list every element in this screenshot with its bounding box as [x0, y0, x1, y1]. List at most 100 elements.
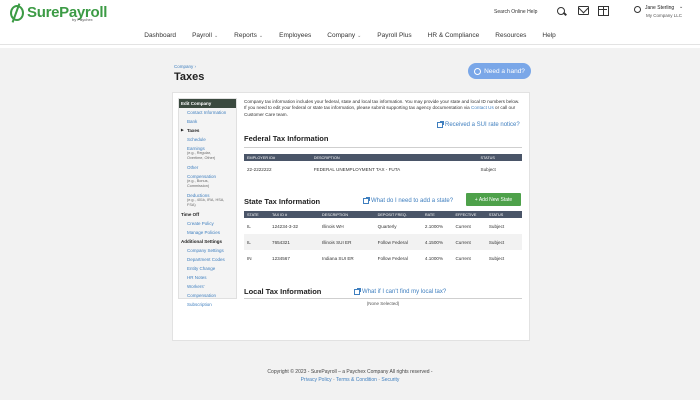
sidebar-item-department-codes[interactable]: Department Codes	[179, 255, 236, 264]
local-tax-help-label: What if I can't find my local tax?	[362, 289, 447, 295]
table-cell: Subject	[485, 234, 522, 250]
sidebar: Edit Company Contact InformationBankTaxe…	[178, 98, 237, 307]
top-bar: SurePayroll by Paychex Search Online Hel…	[0, 0, 700, 48]
sidebar-item-subscription[interactable]: Subscription	[179, 300, 236, 309]
table-row[interactable]: 22-2222222 FEDERAL UNEMPLOYMENT TAX - FUT…	[244, 161, 522, 177]
add-new-state-button[interactable]: + Add New State	[466, 193, 521, 206]
nav-item-label: Employees	[279, 32, 312, 39]
local-divider	[244, 298, 522, 299]
sidebar-heading-edit-company: Edit Company	[179, 99, 236, 108]
nav-item-resources[interactable]: Resources	[487, 28, 534, 43]
sidebar-item-manage-policies[interactable]: Manage Policies	[179, 228, 236, 237]
column-header: TAX ID #	[269, 211, 320, 218]
table-cell: Subject	[480, 166, 496, 172]
sidebar-item-create-policy[interactable]: Create Policy	[179, 219, 236, 228]
nav-item-label: Help	[542, 32, 556, 39]
chevron-down-icon: ⌄	[357, 32, 362, 39]
add-state-help-label: What do I need to add a state?	[371, 198, 454, 204]
user-icon[interactable]	[634, 6, 641, 13]
footer-link-security[interactable]: Security	[381, 377, 399, 383]
table-cell: Follow Federal	[374, 234, 422, 250]
table-cell: IL	[247, 223, 251, 229]
page-title: Taxes	[174, 71, 205, 83]
nav-item-dashboard[interactable]: Dashboard	[136, 28, 184, 43]
breadcrumb[interactable]: Company ›	[174, 64, 196, 69]
sidebar-item-note: (e.g., 401k, IRA, HSA, FSA)	[187, 198, 225, 207]
sidebar-item-schedule[interactable]: Schedule	[179, 135, 236, 144]
nav-item-hr-compliance[interactable]: HR & Compliance	[420, 28, 488, 43]
table-cell: Follow Federal	[377, 255, 408, 261]
table-row[interactable]: IL 124234-3-32 Illinois WH Quarterly 2.1000%…	[244, 218, 522, 234]
nav-item-reports[interactable]: Reports ⌄	[226, 28, 271, 43]
logo-icon	[10, 4, 24, 21]
gift-icon[interactable]	[598, 6, 609, 16]
add-state-help-link[interactable]: What do I need to add a state?	[363, 197, 454, 204]
local-tax-help-link[interactable]: What if I can't find my local tax?	[354, 288, 447, 295]
sidebar-item-entity-change[interactable]: Entity Change	[179, 264, 236, 273]
nav-item-label: HR & Compliance	[427, 32, 480, 39]
nav-item-company[interactable]: Company ⌄	[319, 28, 369, 43]
table-cell: 2.1000%	[424, 223, 444, 229]
search-icon[interactable]	[557, 7, 565, 15]
nav-item-label: Resources	[495, 32, 527, 39]
sidebar-item-workers-compensation[interactable]: Workers' Compensation	[179, 282, 236, 300]
sidebar-item-company-settings[interactable]: Company Settings	[179, 246, 236, 255]
contact-us-link[interactable]: Contact Us	[471, 105, 494, 110]
table-header-row: STATE TAX ID # DESCRIPTION DEPOSIT FREQ. RAT…	[244, 211, 522, 218]
external-link-icon	[363, 197, 370, 204]
nav-item-help[interactable]: Help	[534, 28, 563, 43]
chevron-down-icon: ⌄	[258, 32, 264, 39]
nav-item-label: Dashboard	[144, 32, 177, 39]
state-tax-table: STATE TAX ID # DESCRIPTION DEPOSIT FREQ. RAT…	[244, 211, 522, 266]
logo-text: SurePayroll	[27, 4, 108, 21]
table-cell: IN	[247, 255, 252, 261]
hand-icon	[474, 67, 482, 75]
table-cell: 7654321	[269, 234, 320, 250]
sidebar-item-contact-information[interactable]: Contact Information	[179, 108, 236, 117]
external-link-icon	[354, 288, 361, 295]
column-header: DESCRIPTION	[319, 211, 375, 218]
table-cell: Current	[452, 234, 486, 250]
need-a-hand-button[interactable]: Need a hand?	[468, 63, 531, 79]
sidebar-item-note: (e.g., Bonus, Commission)	[187, 179, 210, 188]
nav-divider	[0, 44, 700, 45]
nav-item-payroll[interactable]: Payroll ⌄	[184, 28, 226, 43]
table-cell: Current	[455, 223, 471, 229]
footer-link-privacy-policy[interactable]: Privacy Policy	[301, 377, 332, 383]
table-cell: 22-2222222	[247, 166, 272, 172]
sui-rate-link[interactable]: Received a SUI rate notice?	[437, 121, 520, 128]
sidebar-item-hr-notes[interactable]: HR Notes	[179, 273, 236, 282]
sui-rate-link-label: Received a SUI rate notice?	[445, 122, 520, 128]
sidebar-item-note: (e.g., Regular, Overtime, Other)	[187, 151, 216, 160]
logo-subtitle: by Paychex	[72, 17, 93, 22]
nav-item-employees[interactable]: Employees	[271, 28, 319, 43]
chevron-down-icon: ⌄	[213, 32, 219, 39]
main-nav: Dashboard Payroll ⌄ Reports ⌄ Employees Compan…	[0, 28, 700, 43]
table-cell: 4.1500%	[421, 234, 453, 250]
footer-link-terms-condition[interactable]: Terms & Condition	[336, 377, 377, 383]
search-input[interactable]: Search Online Help	[488, 5, 568, 18]
nav-item-label: Company	[327, 32, 356, 39]
column-header: RATE	[421, 211, 453, 218]
chevron-down-icon[interactable]: ⌄	[679, 4, 683, 10]
sidebar-item-bank[interactable]: Bank	[179, 117, 236, 126]
table-row[interactable]: IN 1234567 Indiana SUI ER Follow Federal 4.1…	[244, 250, 522, 266]
column-header: STATUS	[477, 154, 522, 161]
user-name[interactable]: Jane Sterling	[645, 5, 674, 11]
nav-item-label: Payroll Plus	[377, 32, 412, 39]
external-link-icon	[437, 121, 444, 128]
mail-icon[interactable]	[578, 6, 589, 15]
sidebar-item-taxes[interactable]: Taxes	[179, 126, 236, 135]
federal-tax-table: EMPLOYER ID# DESCRIPTION STATUS 22-2222222 F…	[244, 154, 522, 177]
table-cell: Indiana SUI ER	[322, 255, 354, 261]
table-cell: 1234567	[272, 255, 290, 261]
sidebar-heading-time-off: Time Off	[181, 212, 200, 217]
column-header: STATUS	[485, 211, 522, 218]
sidebar-heading-additional: Additional Settings	[181, 239, 222, 244]
nav-item-label: Payroll	[192, 32, 212, 39]
nav-item-payroll-plus[interactable]: Payroll Plus	[369, 28, 419, 43]
column-header: EMPLOYER ID#	[244, 154, 311, 161]
table-row[interactable]: IL 7654321 Illinois SUI ER Follow Federal 4.…	[244, 234, 522, 250]
column-header: EFFECTIVE	[452, 211, 486, 218]
user-company: My Company LLC	[646, 13, 683, 18]
